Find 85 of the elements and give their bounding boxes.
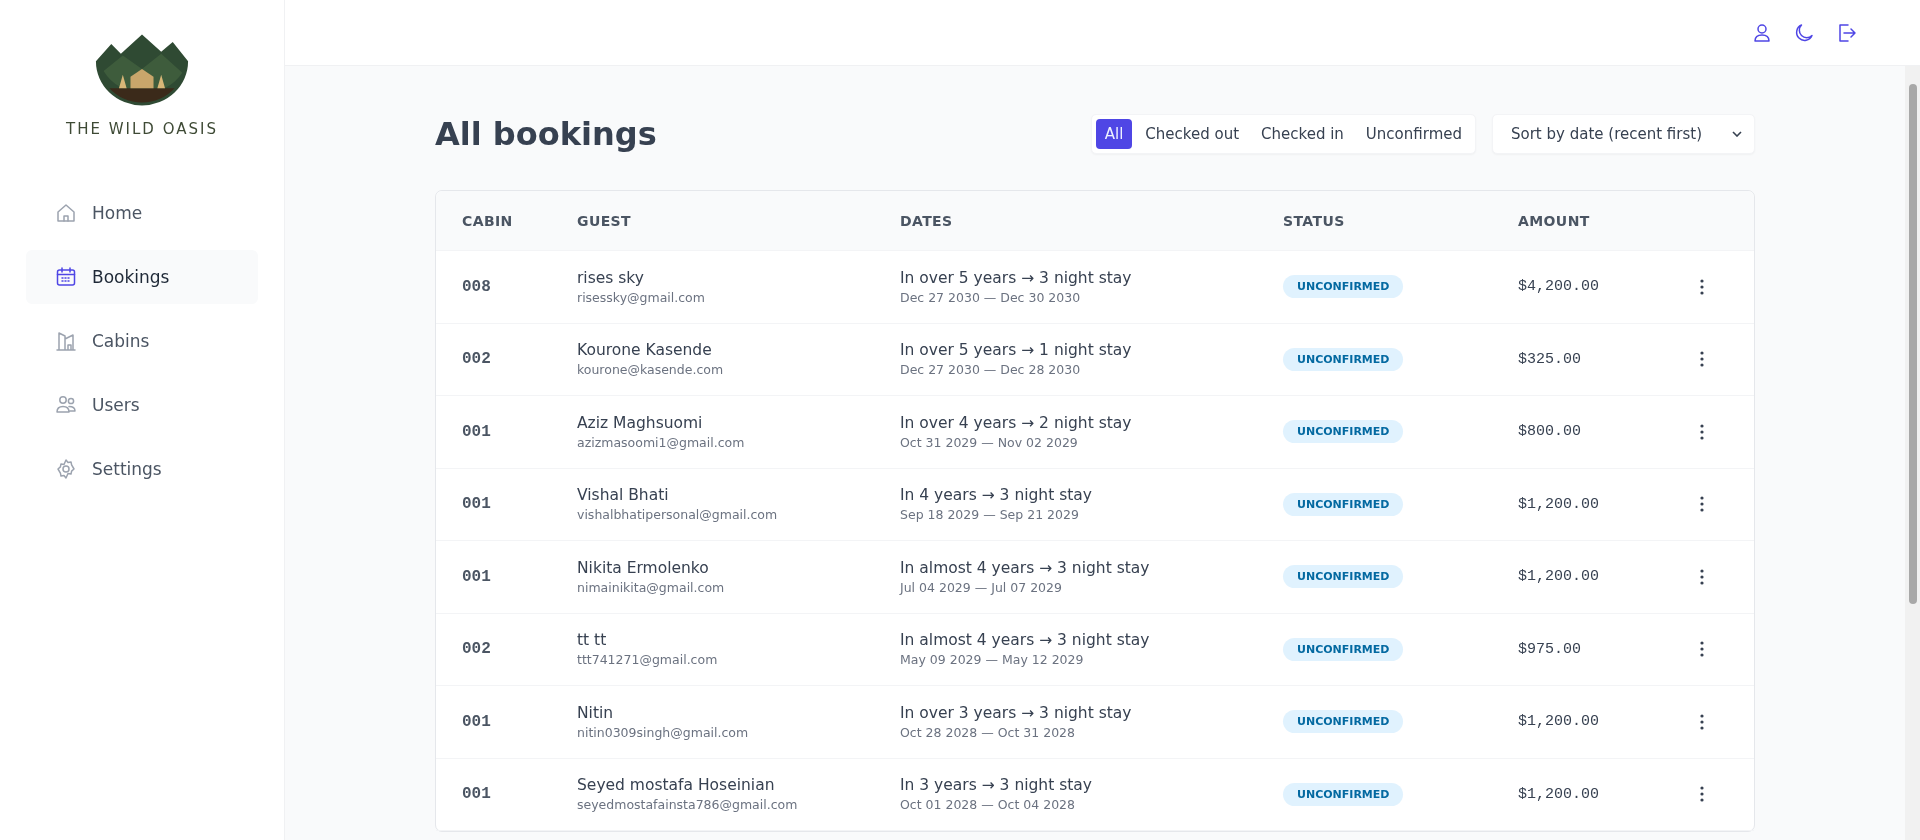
- guest-name: rises sky: [577, 268, 645, 287]
- guest-email: nitin0309singh@gmail.com: [577, 724, 750, 740]
- guest-name: Nikita Ermolenko: [577, 558, 710, 577]
- brand-name: THE WILD OASIS: [66, 120, 218, 138]
- amount: $325.00: [1518, 350, 1582, 368]
- guest-email: kourone@kasende.com: [577, 362, 725, 378]
- status-tag: UNCONFIRMED: [1283, 420, 1404, 444]
- vertical-dots-icon: [1700, 713, 1704, 730]
- building-icon: [54, 329, 78, 353]
- status-tag: UNCONFIRMED: [1283, 347, 1404, 371]
- guest-name: Kourone Kasende: [577, 341, 713, 360]
- status-tag: UNCONFIRMED: [1283, 782, 1404, 806]
- vertical-dots-icon: [1700, 786, 1704, 803]
- guest-email: nimainikita@gmail.com: [577, 579, 726, 595]
- nav-item[interactable]: Cabins: [26, 314, 258, 368]
- guest-email: risessky@gmail.com: [577, 289, 706, 305]
- calendar-icon: [54, 265, 78, 289]
- sort-select[interactable]: Sort by date (recent first): [1492, 114, 1755, 154]
- home-icon: [54, 201, 78, 225]
- stay-summary: In 3 years → 3 night stay: [900, 776, 1094, 795]
- caret-icon: [1732, 131, 1742, 137]
- stay-summary: In 4 years → 3 night stay: [900, 486, 1094, 505]
- amount: $1,200.00: [1518, 568, 1600, 586]
- stay-dates: Dec 27 2030 — Dec 28 2030: [900, 362, 1082, 378]
- guest-email: ttt741271@gmail.com: [577, 652, 719, 668]
- nav-item[interactable]: Home: [26, 186, 258, 240]
- stay-dates: Jul 04 2029 — Jul 07 2029: [900, 579, 1063, 595]
- amount: $1,200.00: [1518, 713, 1600, 731]
- vertical-dots-icon: [1700, 641, 1704, 658]
- cabin-number: 001: [462, 422, 492, 441]
- page-title: All bookings: [435, 115, 657, 153]
- status-tag: UNCONFIRMED: [1283, 710, 1404, 734]
- cabin-number: 008: [462, 277, 492, 296]
- guest-email: vishalbhatipersonal@gmail.com: [577, 507, 779, 523]
- cabin-number: 001: [462, 785, 492, 804]
- stay-summary: In almost 4 years → 3 night stay: [900, 558, 1151, 577]
- guest-name: Nitin: [577, 703, 615, 722]
- guest-name: Vishal Bhati: [577, 486, 670, 505]
- guest-name: Aziz Maghsuomi: [577, 413, 704, 432]
- column-header: STATUS: [1283, 212, 1346, 229]
- stay-dates: Oct 01 2028 — Oct 04 2028: [900, 797, 1076, 813]
- status-tag: UNCONFIRMED: [1283, 275, 1404, 299]
- cabin-number: 001: [462, 495, 492, 514]
- nav-item[interactable]: Users: [26, 378, 258, 432]
- nav-item[interactable]: Settings: [26, 442, 258, 496]
- cabin-number: 002: [462, 640, 492, 659]
- stay-summary: In almost 4 years → 3 night stay: [900, 631, 1151, 650]
- stay-summary: In over 3 years → 3 night stay: [900, 703, 1133, 722]
- stay-dates: Oct 28 2028 — Oct 31 2028: [900, 724, 1076, 740]
- status-tag: UNCONFIRMED: [1283, 492, 1404, 516]
- amount: $975.00: [1518, 640, 1582, 658]
- vertical-dots-icon: [1700, 278, 1704, 295]
- column-header: DATES: [900, 212, 954, 229]
- vertical-dots-icon: [1700, 568, 1704, 585]
- stay-dates: Oct 31 2029 — Nov 02 2029: [900, 434, 1079, 450]
- stay-summary: In over 5 years → 3 night stay: [900, 268, 1133, 287]
- status-tag: UNCONFIRMED: [1283, 565, 1404, 589]
- amount: $800.00: [1518, 423, 1582, 441]
- vertical-dots-icon: [1700, 423, 1704, 440]
- column-header: GUEST: [577, 212, 633, 229]
- amount: $1,200.00: [1518, 495, 1600, 513]
- stay-dates: Dec 27 2030 — Dec 30 2030: [900, 289, 1082, 305]
- stay-summary: In over 4 years → 2 night stay: [900, 413, 1133, 432]
- settings-icon: [54, 457, 78, 481]
- status-tag: UNCONFIRMED: [1283, 637, 1404, 661]
- guest-email: seyedmostafainsta786@gmail.com: [577, 797, 799, 813]
- guest-name: Seyed mostafa Hoseinian: [577, 776, 776, 795]
- column-header: CABIN: [462, 212, 514, 229]
- scrollbar-thumb[interactable]: [1908, 84, 1917, 604]
- guest-name: tt tt: [577, 631, 608, 650]
- amount: $4,200.00: [1518, 278, 1600, 296]
- guest-email: azizmasoomi1@gmail.com: [577, 434, 746, 450]
- stay-dates: May 09 2029 — May 12 2029: [900, 652, 1085, 668]
- nav-item[interactable]: Bookings: [26, 250, 258, 304]
- cabin-number: 001: [462, 567, 492, 586]
- vertical-dots-icon: [1700, 351, 1704, 368]
- amount: $1,200.00: [1518, 785, 1600, 803]
- vertical-dots-icon: [1700, 496, 1704, 513]
- column-header: AMOUNT: [1518, 212, 1591, 229]
- filter-tab[interactable]: All: [1095, 119, 1133, 149]
- scrollbar[interactable]: [1905, 66, 1920, 840]
- stay-dates: Sep 18 2029 — Sep 21 2029: [900, 507, 1080, 523]
- cabin-number: 001: [462, 712, 492, 731]
- cabin-number: 002: [462, 350, 492, 369]
- stay-summary: In over 5 years → 1 night stay: [900, 341, 1133, 360]
